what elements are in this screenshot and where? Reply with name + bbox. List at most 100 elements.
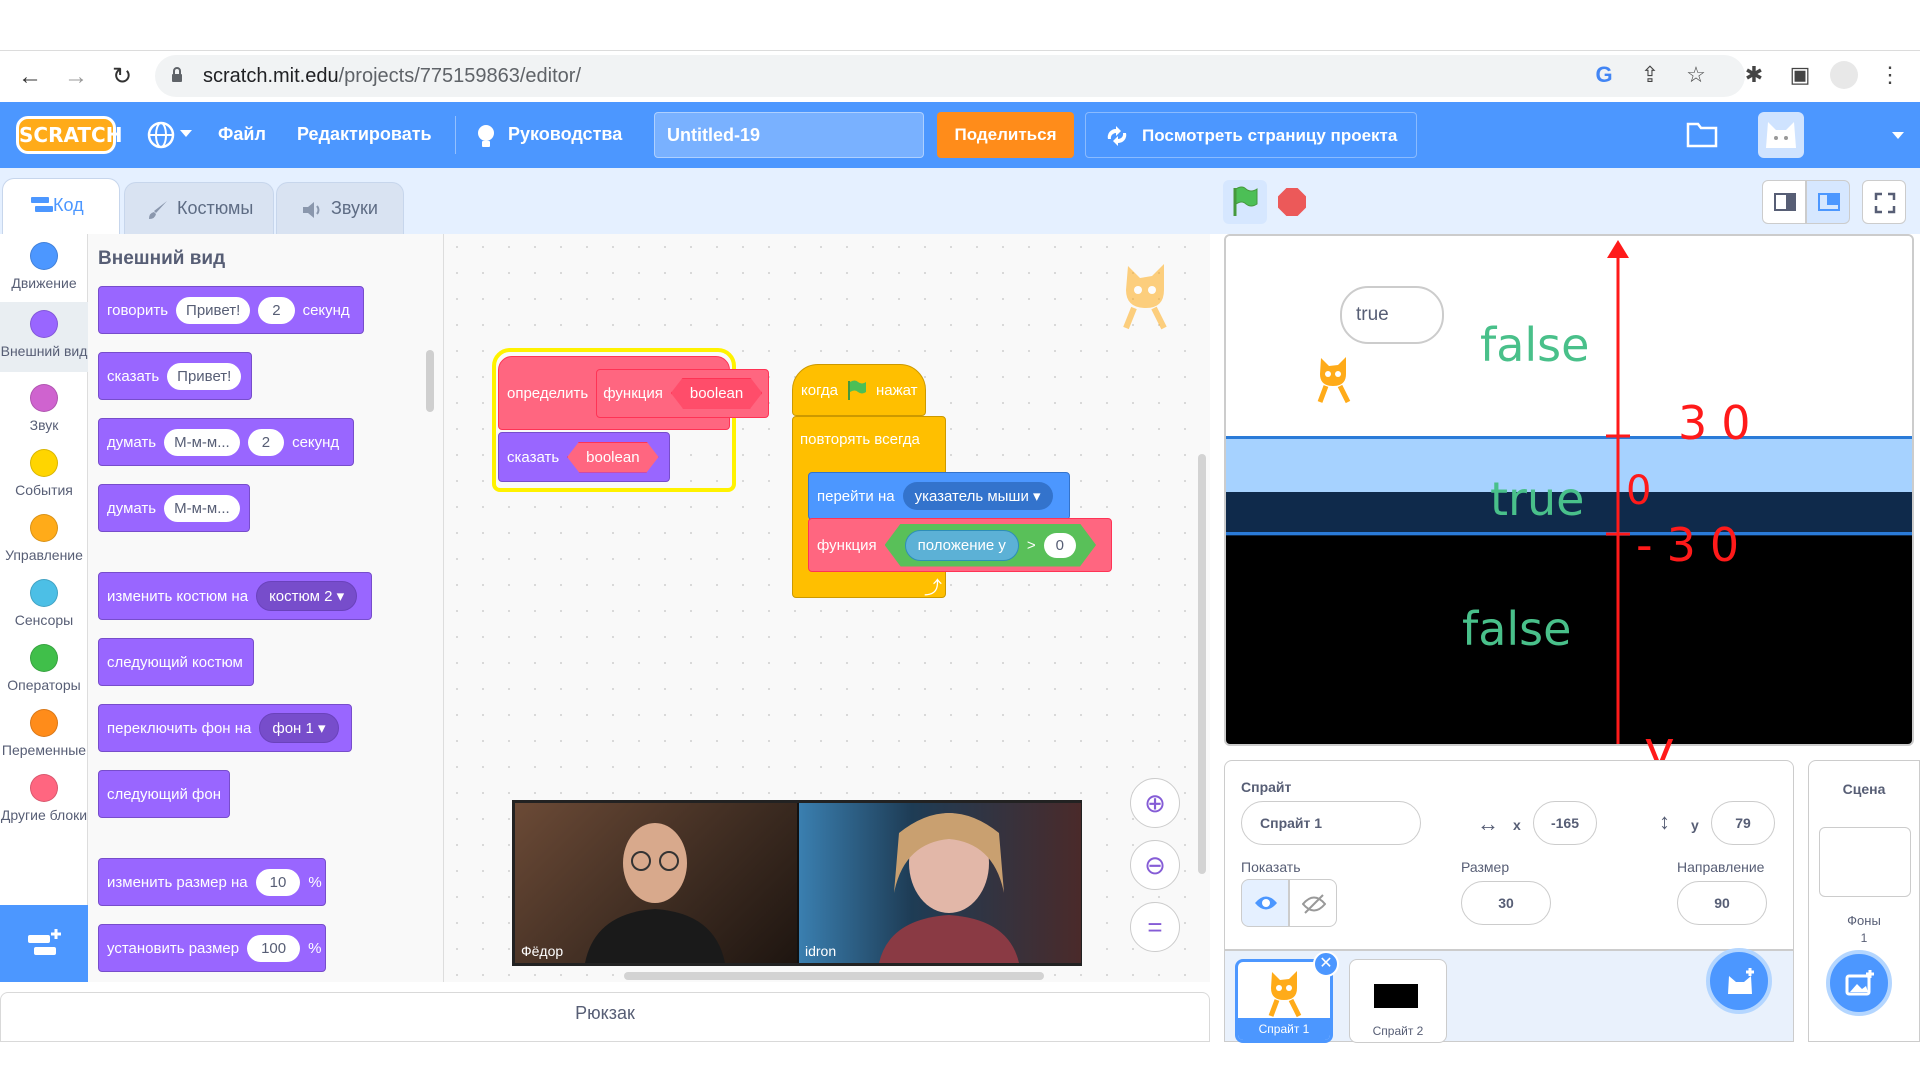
category-dot xyxy=(30,709,58,737)
costume-dropdown[interactable]: костюм 2 ▾ xyxy=(256,581,358,611)
direction-input[interactable]: 90 xyxy=(1677,881,1767,925)
block-say-for-secs[interactable]: говорить Привет! 2 секунд xyxy=(98,286,364,334)
block-input-text[interactable]: Привет! xyxy=(176,296,251,324)
video-participant-left: Фёдор xyxy=(515,803,797,963)
zoom-out-button[interactable]: ⊖ xyxy=(1130,840,1180,890)
sprite-name-input[interactable]: Спрайт 1 xyxy=(1241,801,1421,845)
address-bar[interactable]: scratch.mit.edu/projects/775159863/edito… xyxy=(155,55,1745,97)
fullscreen-button[interactable] xyxy=(1862,180,1906,224)
y-position-reporter[interactable]: положение y xyxy=(905,530,1019,561)
palette-scrollbar[interactable] xyxy=(426,350,434,412)
block-label: думать xyxy=(107,433,157,451)
workspace-vertical-scrollbar[interactable] xyxy=(1198,454,1206,874)
add-extension-icon xyxy=(28,929,61,955)
x-input[interactable]: -165 xyxy=(1533,801,1597,845)
menu-tutorials[interactable]: Руководства xyxy=(508,124,622,145)
share-button[interactable]: Поделиться xyxy=(937,112,1074,158)
block-think-for-secs[interactable]: думать М-м-м... 2 секунд xyxy=(98,418,354,466)
compare-value-input[interactable]: 0 xyxy=(1044,533,1076,558)
account-chevron-icon[interactable] xyxy=(1892,132,1904,139)
block-think[interactable]: думать М-м-м... xyxy=(98,484,250,532)
block-next-backdrop[interactable]: следующий фон xyxy=(98,770,230,818)
stage-thumbnail[interactable] xyxy=(1819,827,1911,897)
globe-icon[interactable] xyxy=(146,120,176,150)
define-block[interactable]: определить функция boolean xyxy=(498,356,770,430)
add-backdrop-icon xyxy=(1845,970,1874,996)
boolean-param[interactable]: boolean xyxy=(567,442,658,473)
extensions-icon[interactable]: ✱ xyxy=(1740,61,1768,89)
show-sprite-button[interactable] xyxy=(1241,879,1289,927)
size-input[interactable]: 30 xyxy=(1461,881,1551,925)
category-operators[interactable]: Операторы xyxy=(0,644,88,702)
backpack[interactable]: Рюкзак xyxy=(0,992,1210,1042)
green-flag-icon xyxy=(847,380,866,400)
zoom-reset-button[interactable]: = xyxy=(1130,902,1180,952)
backdrop-dropdown[interactable]: фон 1 ▾ xyxy=(259,713,339,743)
tab-code[interactable]: Код xyxy=(2,178,120,234)
block-input-number[interactable]: 2 xyxy=(258,296,295,324)
share-page-icon[interactable]: ⇪ xyxy=(1636,61,1664,89)
sprite-tile-2[interactable]: Спрайт 2 xyxy=(1349,959,1447,1043)
hide-sprite-button[interactable] xyxy=(1289,879,1337,927)
add-sprite-button[interactable] xyxy=(1706,948,1772,1014)
block-say[interactable]: сказать Привет! xyxy=(98,352,252,400)
workspace-horizontal-scrollbar[interactable] xyxy=(624,972,1044,980)
stage-canvas[interactable]: true false true false 30 0 -30 xyxy=(1224,234,1914,746)
call-function-block[interactable]: функция положение y > 0 xyxy=(808,518,1112,572)
tab-sounds[interactable]: Звуки xyxy=(276,182,404,234)
block-input-text[interactable]: М-м-м... xyxy=(164,494,240,522)
zoom-in-button[interactable]: ⊕ xyxy=(1130,778,1180,828)
avatar[interactable] xyxy=(1758,112,1804,158)
google-icon[interactable]: G xyxy=(1590,61,1618,89)
y-label: y xyxy=(1691,817,1699,833)
folder-icon[interactable] xyxy=(1686,120,1718,148)
normal-stage-button[interactable] xyxy=(1806,180,1850,224)
tab-costumes[interactable]: Костюмы xyxy=(124,182,274,234)
block-input-text[interactable]: Привет! xyxy=(167,362,242,390)
when-flag-clicked-block[interactable]: когда нажат xyxy=(792,364,926,416)
block-input-number[interactable]: 10 xyxy=(255,868,301,896)
block-input-text[interactable]: М-м-м... xyxy=(164,428,240,456)
video-participant-right: idron xyxy=(799,803,1081,963)
menu-edit[interactable]: Редактировать xyxy=(297,124,432,145)
category-sensing[interactable]: Сенсоры xyxy=(0,579,88,637)
y-input[interactable]: 79 xyxy=(1711,801,1775,845)
category-menu: Движение Внешний вид Звук События Управл… xyxy=(0,234,88,982)
block-set-size[interactable]: установить размер 100 % xyxy=(98,924,326,972)
block-input-number[interactable]: 100 xyxy=(247,934,301,962)
category-sound[interactable]: Звук xyxy=(0,384,88,442)
category-events[interactable]: События xyxy=(0,449,88,507)
category-motion[interactable]: Движение xyxy=(0,242,88,300)
category-variables[interactable]: Переменные xyxy=(0,709,88,767)
back-icon[interactable]: ← xyxy=(14,61,46,93)
block-next-costume[interactable]: следующий костюм xyxy=(98,638,254,686)
category-looks[interactable]: Внешний вид xyxy=(0,302,88,372)
menu-file[interactable]: Файл xyxy=(218,124,266,145)
language-chevron-icon[interactable] xyxy=(180,130,192,137)
delete-sprite-button[interactable]: ✕ xyxy=(1313,951,1339,977)
add-extension-button[interactable] xyxy=(0,905,88,982)
reload-icon[interactable]: ↻ xyxy=(106,61,138,93)
greater-than-operator[interactable]: положение y > 0 xyxy=(885,524,1096,567)
profile-icon[interactable] xyxy=(1830,61,1858,89)
block-input-number[interactable]: 2 xyxy=(247,428,285,456)
browser-menu-icon[interactable]: ⋮ xyxy=(1876,61,1904,89)
side-panel-icon[interactable]: ▣ xyxy=(1786,61,1814,89)
block-switch-backdrop[interactable]: переключить фон на фон 1 ▾ xyxy=(98,704,352,752)
scratch-logo[interactable]: SCRATCH xyxy=(16,116,122,154)
add-backdrop-button[interactable] xyxy=(1826,950,1892,1016)
forward-icon[interactable]: → xyxy=(60,61,92,93)
goto-target-dropdown[interactable]: указатель мыши ▾ xyxy=(902,482,1053,510)
small-stage-button[interactable] xyxy=(1762,180,1806,224)
block-change-size[interactable]: изменить размер на 10 % xyxy=(98,858,326,906)
green-flag-button[interactable] xyxy=(1223,180,1267,224)
boolean-param[interactable]: boolean xyxy=(671,378,762,409)
category-control[interactable]: Управление xyxy=(0,514,88,572)
bookmark-star-icon[interactable]: ☆ xyxy=(1682,61,1710,89)
project-title-input[interactable]: Untitled-19 xyxy=(654,112,924,158)
see-project-page-button[interactable]: Посмотреть страницу проекта xyxy=(1085,112,1417,158)
category-my-blocks[interactable]: Другие блоки xyxy=(0,774,88,846)
say-block[interactable]: сказать boolean xyxy=(498,432,670,482)
block-switch-costume[interactable]: изменить костюм на костюм 2 ▾ xyxy=(98,572,372,620)
goto-block[interactable]: перейти на указатель мыши ▾ xyxy=(808,472,1070,520)
